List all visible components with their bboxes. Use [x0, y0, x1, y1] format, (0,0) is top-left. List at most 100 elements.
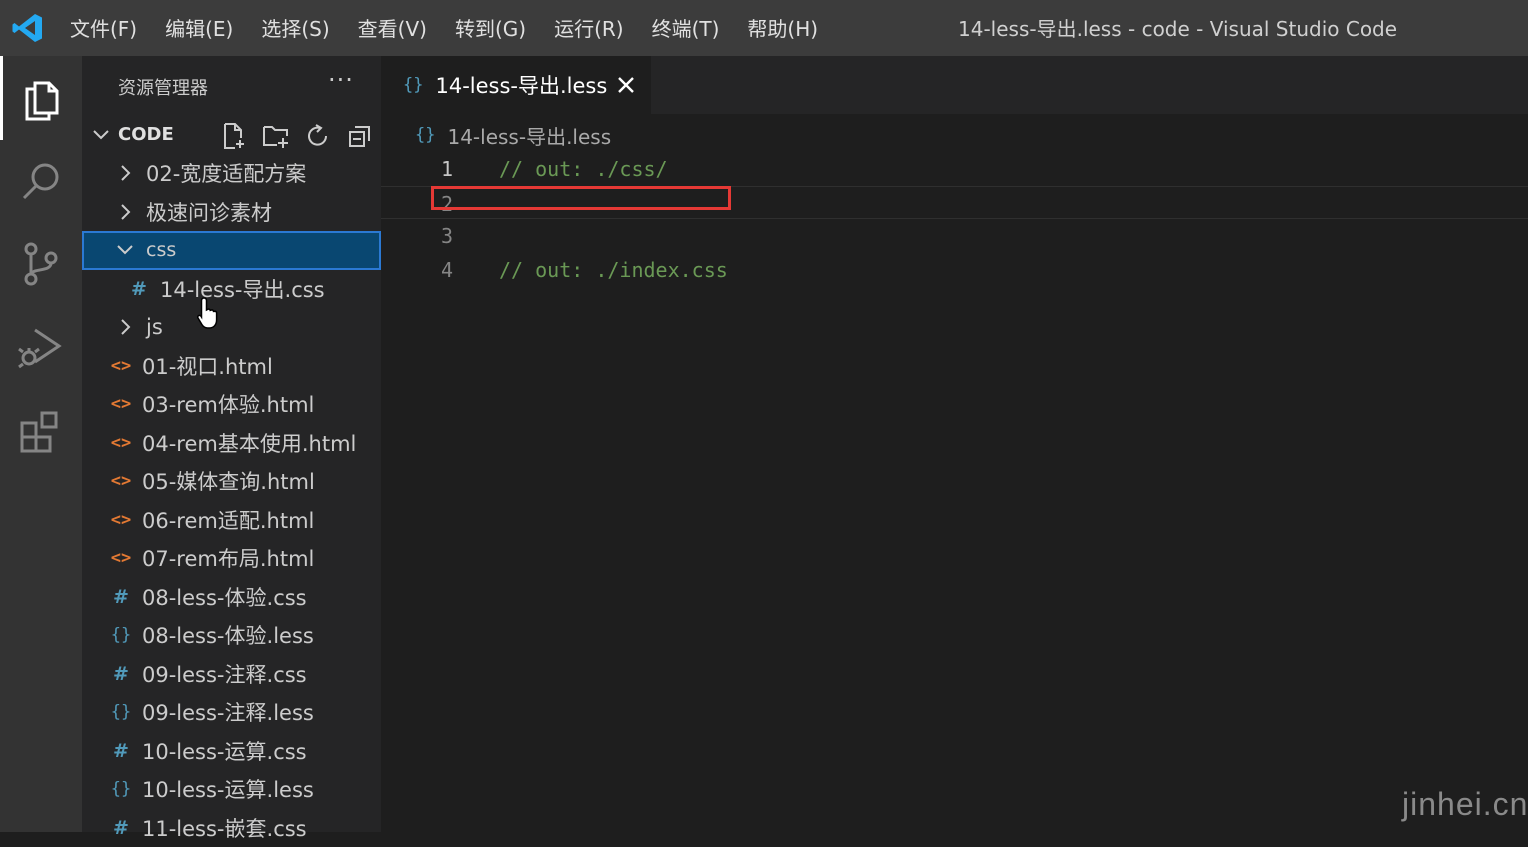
line-text: // out: ./css/ [499, 157, 668, 181]
explorer-toolbar [218, 120, 376, 152]
tree-item-label: 07-rem布局.html [142, 543, 314, 573]
menu-edit[interactable]: 编辑(E) [151, 0, 247, 56]
tree-item-file[interactable]: # 08-less-体验.css [82, 578, 381, 617]
tree-item-label: 11-less-嵌套.css [142, 813, 307, 843]
css-file-icon: # [110, 586, 132, 608]
file-tree: 02-宽度适配方案 极速问诊素材 css # 14-less-导出.css js… [82, 154, 381, 847]
css-file-icon: # [110, 663, 132, 685]
tree-item-file[interactable]: # 14-less-导出.css [82, 270, 381, 309]
line-number: 4 [421, 258, 453, 282]
tree-item-label: 10-less-运算.less [142, 774, 314, 804]
tree-item-file[interactable]: <> 05-媒体查询.html [82, 462, 381, 501]
menu-file[interactable]: 文件(F) [56, 0, 151, 56]
vscode-logo-icon [0, 0, 56, 56]
tree-item-file[interactable]: {} 10-less-运算.less [82, 770, 381, 809]
tree-item-file[interactable]: <> 07-rem布局.html [82, 539, 381, 578]
tree-item-label: 01-视口.html [142, 351, 273, 381]
tab-14-less-export[interactable]: {} 14-less-导出.less [381, 56, 651, 114]
css-file-icon: # [110, 740, 132, 762]
less-file-icon: {} [403, 75, 423, 95]
explorer-title: 资源管理器 [118, 74, 208, 100]
tree-item-folder[interactable]: 极速问诊素材 [82, 193, 381, 232]
css-file-icon: # [110, 817, 132, 839]
html-file-icon: <> [110, 471, 132, 491]
tree-item-label: js [146, 315, 163, 339]
workspace-section-header[interactable]: CODE [82, 116, 381, 154]
new-file-icon[interactable] [218, 120, 250, 152]
title-bar: 文件(F) 编辑(E) 选择(S) 查看(V) 转到(G) 运行(R) 终端(T… [0, 0, 1528, 56]
extensions-icon[interactable] [0, 390, 82, 474]
chevron-down-icon [114, 241, 136, 259]
explorer-sidebar: 资源管理器 ··· CODE [82, 56, 381, 832]
tree-item-label: 14-less-导出.css [160, 274, 325, 304]
tree-item-label: 03-rem体验.html [142, 389, 314, 419]
menu-help[interactable]: 帮助(H) [733, 0, 832, 56]
watermark: jinhei.cn [1402, 786, 1528, 823]
tree-item-label: css [146, 239, 176, 261]
tree-item-label: 02-宽度适配方案 [146, 158, 306, 188]
workspace-title: CODE [118, 124, 174, 145]
menu-terminal[interactable]: 终端(T) [638, 0, 734, 56]
chevron-right-icon [114, 164, 136, 182]
mouse-pointer-icon [196, 296, 220, 334]
tree-item-file[interactable]: {} 08-less-体验.less [82, 616, 381, 655]
tree-item-label: 10-less-运算.css [142, 736, 307, 766]
search-icon[interactable] [0, 140, 82, 224]
tree-item-file[interactable]: # 09-less-注释.css [82, 655, 381, 694]
breadcrumb-file[interactable]: 14-less-导出.less [447, 121, 611, 150]
code-line[interactable]: 1 // out: ./css/ [381, 152, 1528, 186]
new-folder-icon[interactable] [260, 120, 292, 152]
more-actions-icon[interactable]: ··· [328, 66, 354, 94]
tree-item-label: 08-less-体验.less [142, 620, 314, 650]
tree-item-file[interactable]: # 10-less-运算.css [82, 732, 381, 771]
tree-item-label: 09-less-注释.css [142, 659, 307, 689]
tree-item-file[interactable]: <> 01-视口.html [82, 347, 381, 386]
menu-run[interactable]: 运行(R) [540, 0, 638, 56]
line-number: 3 [421, 224, 453, 248]
window-title: 14-less-导出.less - code - Visual Studio C… [958, 0, 1397, 56]
refresh-icon[interactable] [302, 120, 334, 152]
tree-item-folder[interactable]: 02-宽度适配方案 [82, 154, 381, 193]
html-file-icon: <> [110, 548, 132, 568]
tree-item-file[interactable]: <> 03-rem体验.html [82, 385, 381, 424]
source-control-icon[interactable] [0, 222, 82, 306]
tree-item-label: 极速问诊素材 [146, 197, 272, 227]
code-line[interactable]: 3 [381, 219, 1528, 253]
tree-item-folder[interactable]: js [82, 308, 381, 347]
code-editor[interactable]: 1 // out: ./css/ 2 3 4 // out: ./index.c… [381, 152, 1528, 286]
tab-label: 14-less-导出.less [435, 70, 607, 100]
tree-item-file[interactable]: {} 09-less-注释.less [82, 693, 381, 732]
menu-view[interactable]: 查看(V) [344, 0, 441, 56]
tree-item-file[interactable]: <> 06-rem适配.html [82, 501, 381, 540]
collapse-all-icon[interactable] [344, 120, 376, 152]
close-icon[interactable] [615, 72, 637, 102]
line-number: 1 [421, 157, 453, 181]
chevron-down-icon [92, 124, 110, 148]
less-file-icon: {} [110, 779, 132, 799]
menu-bar: 文件(F) 编辑(E) 选择(S) 查看(V) 转到(G) 运行(R) 终端(T… [56, 0, 832, 56]
html-file-icon: <> [110, 433, 132, 453]
editor-tab-bar: {} 14-less-导出.less [381, 56, 1528, 114]
less-file-icon: {} [110, 702, 132, 722]
chevron-right-icon [114, 318, 136, 336]
red-annotation-box [431, 186, 731, 210]
breadcrumb[interactable]: {} 14-less-导出.less [415, 120, 611, 150]
chevron-right-icon [114, 203, 136, 221]
activity-bar [0, 56, 82, 832]
menu-go[interactable]: 转到(G) [441, 0, 540, 56]
code-line[interactable]: 4 // out: ./index.css [381, 253, 1528, 287]
less-file-icon: {} [415, 125, 435, 145]
tree-item-file[interactable]: <> 04-rem基本使用.html [82, 424, 381, 463]
menu-selection[interactable]: 选择(S) [247, 0, 343, 56]
tree-item-folder-css-selected[interactable]: css [82, 231, 381, 270]
less-file-icon: {} [110, 625, 132, 645]
explorer-icon[interactable] [0, 56, 82, 140]
tree-item-label: 05-媒体查询.html [142, 466, 315, 496]
tree-item-label: 09-less-注释.less [142, 697, 314, 727]
run-debug-icon[interactable] [0, 306, 82, 390]
css-file-icon: # [128, 278, 150, 300]
tree-item-label: 04-rem基本使用.html [142, 428, 356, 458]
html-file-icon: <> [110, 510, 132, 530]
line-text: // out: ./index.css [499, 258, 728, 282]
tree-item-file[interactable]: # 11-less-嵌套.css [82, 809, 381, 847]
